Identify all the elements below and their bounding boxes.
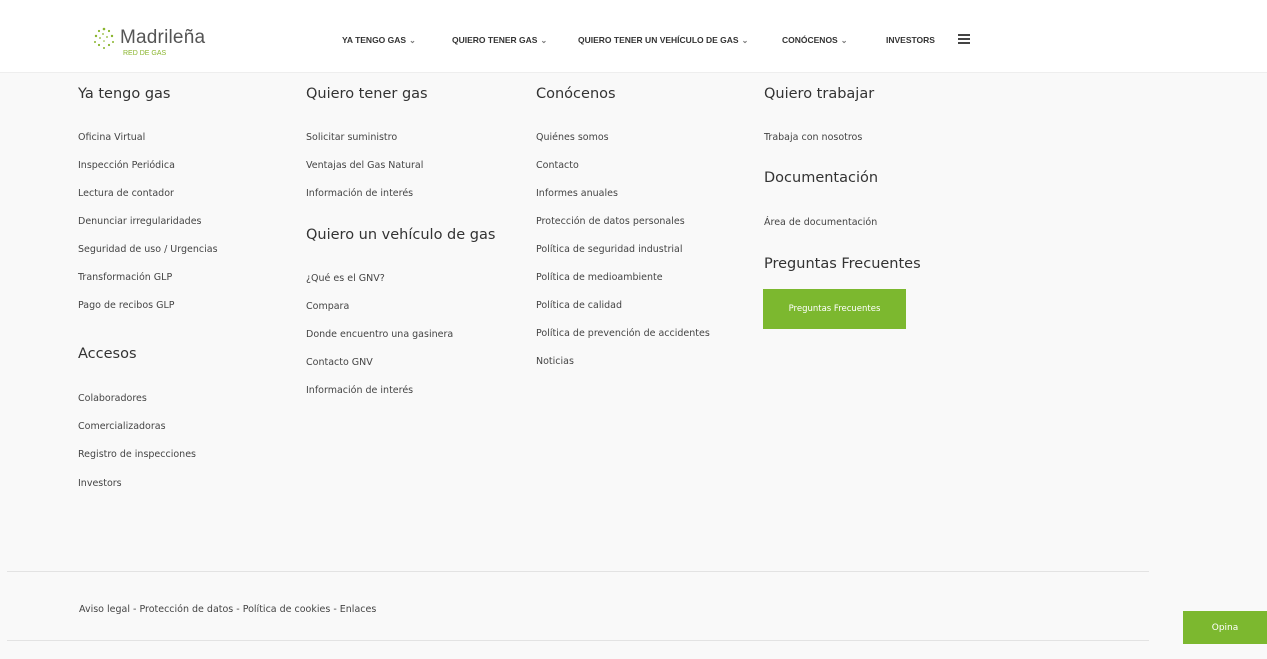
link-contacto[interactable]: Contacto xyxy=(536,160,579,171)
link-quienes-somos[interactable]: Quiénes somos xyxy=(536,132,609,143)
section-title-accesos: Accesos xyxy=(78,346,137,362)
section-title-quiero-trabajar: Quiero trabajar xyxy=(764,86,875,102)
link-informacion-interes[interactable]: Información de interés xyxy=(306,188,413,199)
chevron-down-icon: ⌄ xyxy=(840,36,848,45)
link-registro-inspecciones[interactable]: Registro de inspecciones xyxy=(78,449,196,460)
link-lectura-contador[interactable]: Lectura de contador xyxy=(78,188,174,199)
link-pago-recibos-glp[interactable]: Pago de recibos GLP xyxy=(78,300,174,311)
link-ventajas-gas-natural[interactable]: Ventajas del Gas Natural xyxy=(306,160,423,171)
link-prevencion-accidentes[interactable]: Política de prevención de accidentes xyxy=(536,328,710,339)
link-que-es-gnv[interactable]: ¿Qué es el GNV? xyxy=(306,273,385,284)
link-investors[interactable]: Investors xyxy=(78,478,122,489)
nav-quiero-tener-vehiculo[interactable]: QUIERO TENER UN VEHÍCULO DE GAS ⌄ xyxy=(578,35,748,45)
nav-quiero-tener-gas[interactable]: QUIERO TENER GAS ⌄ xyxy=(452,35,547,45)
link-enlaces[interactable]: Enlaces xyxy=(340,604,377,615)
link-aviso-legal[interactable]: Aviso legal xyxy=(79,604,130,615)
link-seguridad-industrial[interactable]: Política de seguridad industrial xyxy=(536,244,683,255)
chevron-down-icon: ⌄ xyxy=(540,36,548,45)
link-trabaja-con-nosotros[interactable]: Trabaja con nosotros xyxy=(764,132,862,143)
separator: - xyxy=(330,604,340,615)
link-denunciar-irregularidades[interactable]: Denunciar irregularidades xyxy=(78,216,202,227)
site-header: Madrileña RED DE GAS YA TENGO GAS ⌄ QUIER… xyxy=(0,0,1267,73)
logo[interactable]: Madrileña RED DE GAS xyxy=(90,24,230,64)
logo-subtitle: RED DE GAS xyxy=(123,50,167,57)
footer-divider-bottom xyxy=(7,640,1149,641)
separator: - xyxy=(233,604,243,615)
link-politica-cookies[interactable]: Política de cookies xyxy=(243,604,331,615)
link-compara[interactable]: Compara xyxy=(306,301,349,312)
link-transformacion-glp[interactable]: Transformación GLP xyxy=(78,272,172,283)
link-oficina-virtual[interactable]: Oficina Virtual xyxy=(78,132,145,143)
feedback-button[interactable]: Opina xyxy=(1183,611,1267,644)
nav-label: QUIERO TENER GAS xyxy=(452,35,538,45)
link-colaboradores[interactable]: Colaboradores xyxy=(78,393,147,404)
link-inspeccion-periodica[interactable]: Inspección Periódica xyxy=(78,160,175,171)
section-title-documentacion: Documentación xyxy=(764,170,879,186)
link-proteccion-datos-personales[interactable]: Protección de datos personales xyxy=(536,216,685,227)
chevron-down-icon: ⌄ xyxy=(409,36,416,45)
link-informes-anuales[interactable]: Informes anuales xyxy=(536,188,618,199)
nav-conocenos[interactable]: CONÓCENOS ⌄ xyxy=(782,35,847,45)
legal-links: Aviso legal - Protección de datos - Polí… xyxy=(79,604,376,615)
link-medioambiente[interactable]: Política de medioambiente xyxy=(536,272,663,283)
link-proteccion-datos[interactable]: Protección de datos xyxy=(139,604,233,615)
hamburger-icon[interactable] xyxy=(958,34,970,44)
section-title-vehiculo-gas: Quiero un vehículo de gas xyxy=(306,227,496,243)
logo-name: Madrileña xyxy=(120,27,206,48)
section-title-conocenos: Conócenos xyxy=(536,86,616,102)
section-title-quiero-tener-gas: Quiero tener gas xyxy=(306,86,428,102)
nav-label: YA TENGO GAS xyxy=(342,35,407,45)
link-comercializadoras[interactable]: Comercializadoras xyxy=(78,421,166,432)
section-title-preguntas-frecuentes: Preguntas Frecuentes xyxy=(764,256,921,272)
section-title-ya-tengo-gas: Ya tengo gas xyxy=(78,86,171,102)
logo-mark-icon xyxy=(94,27,114,49)
link-noticias[interactable]: Noticias xyxy=(536,356,574,367)
nav-ya-tengo-gas[interactable]: YA TENGO GAS ⌄ xyxy=(342,35,416,45)
faq-button[interactable]: Preguntas Frecuentes xyxy=(763,289,906,329)
link-informacion-interes-gnv[interactable]: Información de interés xyxy=(306,385,413,396)
footer-divider-top xyxy=(7,571,1149,572)
chevron-down-icon: ⌄ xyxy=(741,36,749,45)
nav-label: QUIERO TENER UN VEHÍCULO DE GAS xyxy=(578,35,739,45)
link-donde-gasinera[interactable]: Donde encuentro una gasinera xyxy=(306,329,453,340)
nav-label: CONÓCENOS xyxy=(782,35,838,45)
link-seguridad-uso[interactable]: Seguridad de uso / Urgencias xyxy=(78,244,218,255)
link-contacto-gnv[interactable]: Contacto GNV xyxy=(306,357,373,368)
nav-investors[interactable]: INVESTORS xyxy=(886,35,935,45)
link-calidad[interactable]: Política de calidad xyxy=(536,300,622,311)
link-area-documentacion[interactable]: Área de documentación xyxy=(764,217,877,228)
link-solicitar-suministro[interactable]: Solicitar suministro xyxy=(306,132,397,143)
nav-label: INVESTORS xyxy=(886,35,935,45)
